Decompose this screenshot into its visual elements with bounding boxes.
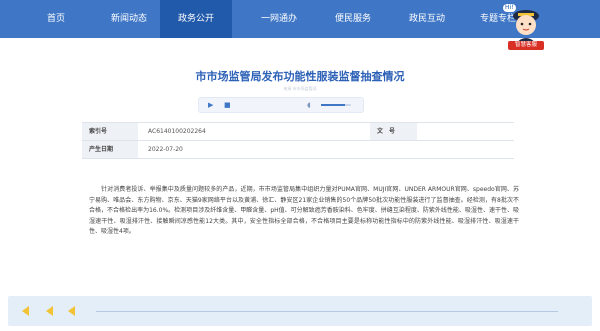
meta-index-value: AC6140100202264 — [148, 128, 206, 135]
bottom-toolbar — [8, 296, 592, 326]
meta-date-value: 2022-07-20 — [148, 146, 183, 153]
volume-slider[interactable] — [321, 104, 351, 106]
back-arrow-icon[interactable] — [68, 306, 75, 316]
page-title: 市市场监管局发布功能性服装监督抽查情况 — [195, 70, 405, 83]
meta-row: 产生日期 2022-07-20 — [82, 141, 514, 159]
nav-item-services[interactable]: 便民服务 — [322, 0, 384, 38]
nav-item-one-net[interactable]: 一网通办 — [248, 0, 310, 38]
back-arrow-icon[interactable] — [22, 306, 29, 316]
smart-assistant-widget[interactable]: Hi! 智慧客服 — [503, 4, 547, 50]
meta-date-label: 产生日期 — [82, 141, 138, 158]
audio-player: ▶ ■ ◖ — [198, 97, 364, 113]
article-paragraph: 针对消费者投诉、举报集中及质量问题较多的产品，近期，市市场监管局集中组织力量对P… — [89, 186, 519, 236]
meta-index-label: 索引号 — [82, 123, 138, 140]
meta-docno-label: 文 号 — [370, 123, 417, 140]
volume-slider-fill — [321, 104, 345, 106]
toolbar-divider — [96, 311, 558, 312]
nav-item-home[interactable]: 首页 — [36, 0, 76, 38]
article-body: 针对消费者投诉、举报集中及质量问题较多的产品，近期，市市场监管局集中组织力量对P… — [89, 185, 519, 238]
stop-icon[interactable]: ■ — [224, 100, 231, 110]
volume-icon[interactable]: ◖ — [307, 100, 311, 110]
nav-item-interaction[interactable]: 政民互动 — [396, 0, 458, 38]
play-icon[interactable]: ▶ — [208, 100, 213, 110]
police-mascot-icon — [513, 10, 539, 44]
nav-item-news[interactable]: 新闻动态 — [100, 0, 158, 38]
back-arrow-icon[interactable] — [46, 306, 53, 316]
nav-item-gov-info[interactable]: 政务公开 — [160, 0, 232, 38]
assistant-label: 智慧客服 — [508, 41, 544, 50]
title-source: 来源 市市场监管局 — [283, 86, 317, 91]
meta-row: 索引号 AC6140100202264 文 号 — [82, 123, 514, 141]
document-meta-table: 索引号 AC6140100202264 文 号 产生日期 2022-07-20 — [82, 122, 514, 159]
